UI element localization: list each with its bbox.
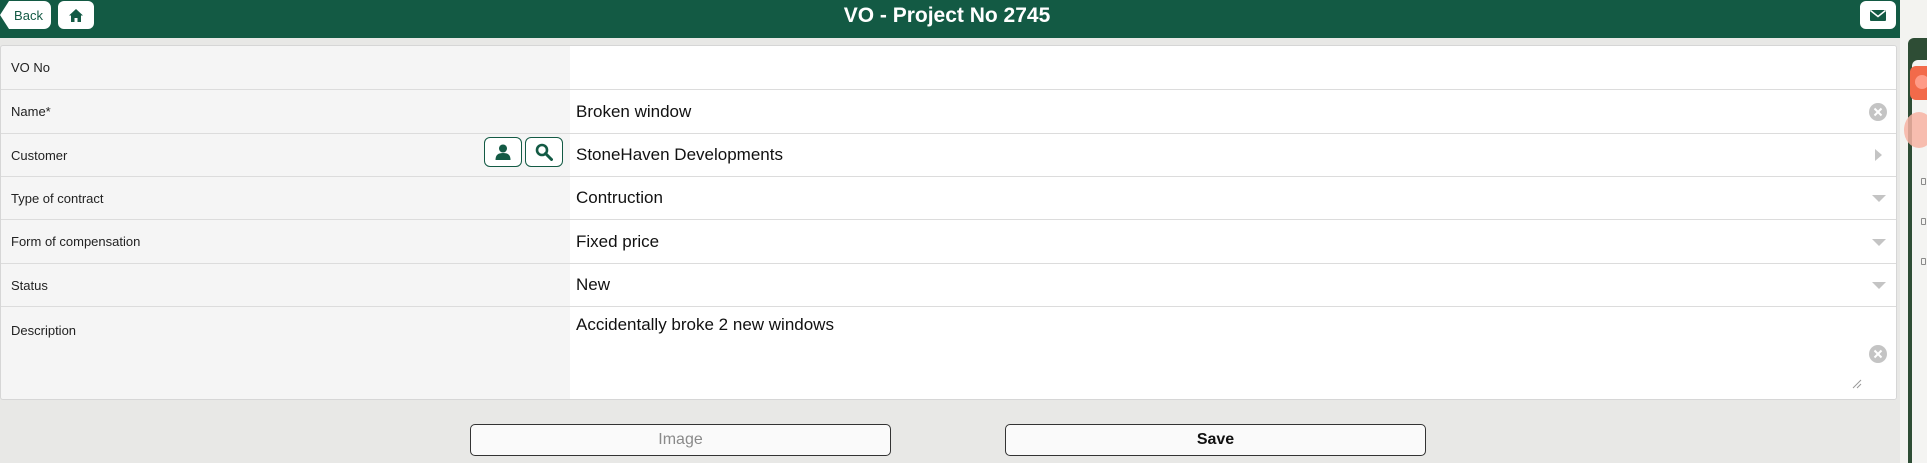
description-textarea[interactable]: Accidentally broke 2 new windows xyxy=(570,307,1896,399)
field-label: Status xyxy=(11,277,48,293)
back-button[interactable]: Back xyxy=(0,1,51,29)
app-header: VO - Project No 2745 Back xyxy=(0,0,1900,38)
name-input[interactable]: Broken window xyxy=(570,90,1896,133)
mail-icon xyxy=(1870,9,1886,21)
field-row-vo-no: VO No xyxy=(1,46,1896,90)
field-value: New xyxy=(576,275,611,294)
vo-form: VO No Name* Broken window Customer Stone… xyxy=(0,45,1897,400)
customer-select[interactable]: StoneHaven Developments xyxy=(570,134,1896,176)
chevron-right-icon xyxy=(1875,149,1882,161)
home-icon xyxy=(69,8,83,22)
page-title: VO - Project No 2745 xyxy=(843,4,1051,27)
clear-icon[interactable] xyxy=(1868,102,1888,122)
field-value: StoneHaven Developments xyxy=(576,145,783,164)
clear-icon[interactable] xyxy=(1868,344,1888,364)
field-row-description: Description Accidentally broke 2 new win… xyxy=(1,307,1896,399)
person-icon xyxy=(495,144,511,160)
field-label: VO No xyxy=(11,60,51,75)
field-value: Fixed price xyxy=(576,231,660,251)
field-value: Accidentally broke 2 new windows xyxy=(576,315,834,334)
type-of-contract-select[interactable]: Contruction xyxy=(570,177,1896,219)
field-row-type-of-contract: Type of contract Contruction xyxy=(1,177,1896,220)
vo-no-input[interactable] xyxy=(570,46,1896,89)
field-value: Broken window xyxy=(576,101,692,121)
side-panel-icon[interactable] xyxy=(1921,258,1926,265)
field-row-customer: Customer StoneHaven Developments xyxy=(1,134,1896,177)
mail-button[interactable] xyxy=(1860,1,1896,29)
side-panel-tab-dot xyxy=(1915,75,1927,89)
field-label: Type of contract xyxy=(11,190,104,206)
dropdown-icon xyxy=(1872,238,1886,246)
field-value: Contruction xyxy=(576,188,663,207)
status-select[interactable]: New xyxy=(570,264,1896,306)
field-label: Customer xyxy=(11,147,68,163)
field-label: Description xyxy=(11,323,77,338)
home-button[interactable] xyxy=(58,1,94,29)
field-row-status: Status New xyxy=(1,264,1896,307)
form-of-compensation-select[interactable]: Fixed price xyxy=(570,220,1896,263)
resize-handle-icon[interactable] xyxy=(1852,379,1862,389)
image-button[interactable]: Image xyxy=(470,424,891,456)
field-row-name: Name* Broken window xyxy=(1,90,1896,134)
side-panel-badge xyxy=(1904,112,1927,148)
side-panel-icon[interactable] xyxy=(1921,218,1926,225)
search-icon xyxy=(535,143,553,161)
field-label: Form of compensation xyxy=(11,234,141,249)
field-row-form-of-compensation: Form of compensation Fixed price xyxy=(1,220,1896,264)
side-panel-icon[interactable] xyxy=(1921,178,1926,185)
dropdown-icon xyxy=(1872,282,1886,289)
add-person-button[interactable] xyxy=(484,137,522,167)
field-label: Name* xyxy=(11,104,51,119)
dropdown-icon xyxy=(1872,195,1886,202)
search-customer-button[interactable] xyxy=(525,137,563,167)
save-button[interactable]: Save xyxy=(1005,424,1426,456)
